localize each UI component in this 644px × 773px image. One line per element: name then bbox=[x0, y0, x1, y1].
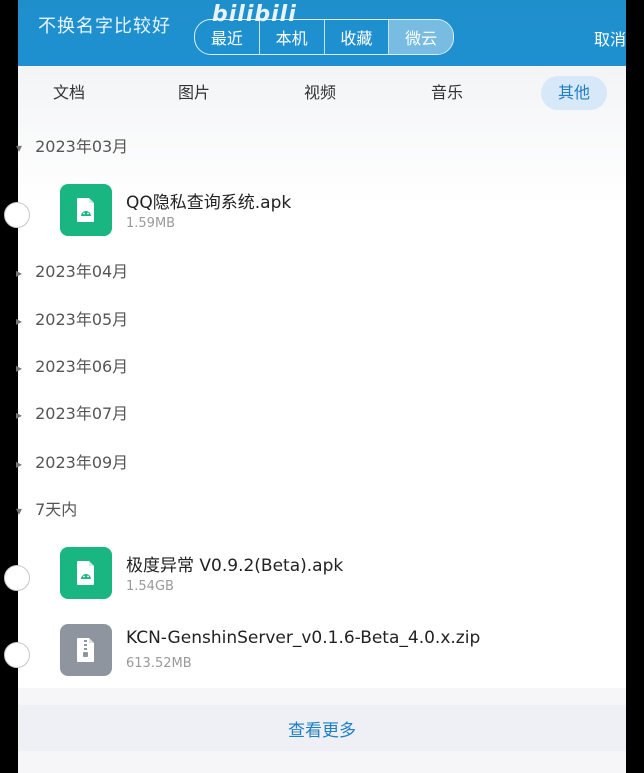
bottom-spacer bbox=[18, 751, 626, 773]
triangle-right-icon: ▸ bbox=[16, 266, 23, 280]
page-title: 不换名字比较好 bbox=[38, 16, 171, 37]
group-label: 2023年05月 bbox=[35, 310, 129, 329]
segment-local[interactable]: 本机 bbox=[260, 20, 325, 54]
view-more-button[interactable]: 查看更多 bbox=[18, 705, 626, 751]
triangle-down-icon: ▾ bbox=[16, 141, 23, 155]
triangle-right-icon: ▸ bbox=[16, 314, 23, 328]
select-radio[interactable] bbox=[4, 565, 30, 591]
header-bar: 不换名字比较好 bilibili 最近 本机 收藏 微云 取消 bbox=[18, 0, 626, 66]
triangle-down-icon: ▾ bbox=[16, 504, 23, 518]
location-segmented-control: 最近 本机 收藏 微云 bbox=[194, 19, 454, 55]
file-row[interactable]: 极度异常 V0.9.2(Beta).apk 1.54GB bbox=[4, 547, 626, 613]
android-file-icon bbox=[60, 547, 112, 599]
group-header[interactable]: ▸ 2023年09月 bbox=[16, 450, 129, 476]
right-edge bbox=[626, 0, 644, 773]
file-row[interactable]: QQ隐私查询系统.apk 1.59MB bbox=[4, 184, 626, 250]
group-header[interactable]: ▸ 2023年04月 bbox=[16, 259, 129, 285]
file-name: 极度异常 V0.9.2(Beta).apk bbox=[126, 556, 344, 576]
group-label: 2023年09月 bbox=[35, 453, 129, 472]
cancel-button[interactable]: 取消 bbox=[594, 26, 626, 50]
group-header[interactable]: ▸ 2023年07月 bbox=[16, 401, 129, 427]
tab-music[interactable]: 音乐 bbox=[430, 76, 464, 110]
divider bbox=[18, 688, 626, 705]
zip-file-icon bbox=[60, 624, 112, 676]
file-size: 1.59MB bbox=[126, 216, 176, 231]
triangle-right-icon: ▸ bbox=[16, 408, 23, 422]
file-row[interactable]: KCN-GenshinServer_v0.1.6-Beta_4.0.x.zip … bbox=[4, 624, 626, 690]
segment-favorites[interactable]: 收藏 bbox=[325, 20, 390, 54]
group-label: 2023年06月 bbox=[35, 357, 129, 376]
group-label: 2023年03月 bbox=[35, 137, 129, 156]
category-tabs: 文档 图片 视频 音乐 其他 bbox=[18, 76, 626, 112]
group-label: 2023年04月 bbox=[35, 262, 129, 281]
select-radio[interactable] bbox=[4, 642, 30, 668]
group-header[interactable]: ▸ 2023年06月 bbox=[16, 354, 129, 380]
group-header[interactable]: ▾ 7天内 bbox=[16, 497, 78, 523]
triangle-right-icon: ▸ bbox=[16, 361, 23, 375]
group-header[interactable]: ▸ 2023年05月 bbox=[16, 307, 129, 333]
group-label: 7天内 bbox=[35, 500, 78, 519]
file-size: 1.54GB bbox=[126, 579, 174, 594]
select-radio[interactable] bbox=[4, 202, 30, 228]
segment-recent[interactable]: 最近 bbox=[195, 20, 260, 54]
triangle-right-icon: ▸ bbox=[16, 457, 23, 471]
file-name: QQ隐私查询系统.apk bbox=[126, 193, 292, 213]
tab-images[interactable]: 图片 bbox=[177, 76, 211, 110]
android-file-icon bbox=[60, 184, 112, 236]
tab-other[interactable]: 其他 bbox=[541, 76, 607, 110]
group-label: 2023年07月 bbox=[35, 404, 129, 423]
segment-weiyun[interactable]: 微云 bbox=[389, 20, 453, 54]
file-size: 613.52MB bbox=[126, 656, 192, 671]
tab-videos[interactable]: 视频 bbox=[303, 76, 337, 110]
tab-documents[interactable]: 文档 bbox=[52, 76, 86, 110]
file-browser: 文档 图片 视频 音乐 其他 ▾ 2023年03月 QQ隐私查询系统.apk 1… bbox=[4, 66, 626, 690]
group-header[interactable]: ▾ 2023年03月 bbox=[16, 134, 129, 160]
file-name: KCN-GenshinServer_v0.1.6-Beta_4.0.x.zip bbox=[126, 628, 481, 648]
